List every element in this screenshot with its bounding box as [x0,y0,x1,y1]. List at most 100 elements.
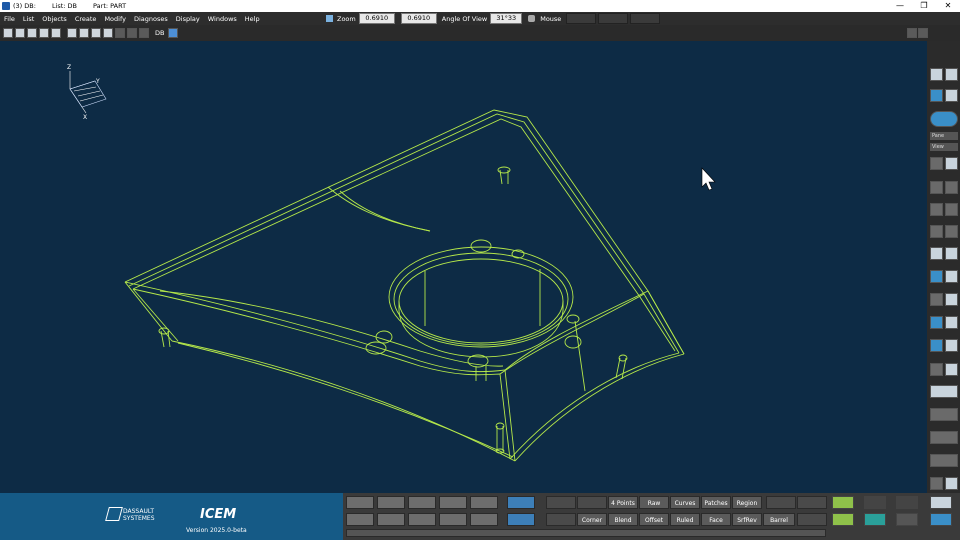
expand-panel-icon[interactable] [918,28,928,38]
corner-button[interactable]: Corner [577,513,607,526]
mark-dots-icon[interactable] [896,513,918,526]
face-button[interactable]: Face [701,513,731,526]
light-icon[interactable] [945,89,958,102]
shading-sphere-icon[interactable] [930,68,943,81]
trim-tool-icon[interactable] [930,247,943,260]
align-tool-icon[interactable] [945,181,958,194]
pan-tool-icon[interactable] [930,477,943,490]
curve-icon[interactable] [408,513,436,526]
select-icon[interactable] [67,28,77,38]
fillet-tool-icon[interactable] [945,293,958,306]
globe-icon[interactable] [930,111,958,127]
empty-button-4[interactable] [797,496,827,509]
list-tool-icon[interactable] [930,181,943,194]
eye-icon[interactable] [408,496,436,509]
command-input[interactable] [346,529,826,537]
restore-button[interactable]: ❐ [912,0,936,12]
print-icon[interactable] [51,28,61,38]
curves-button[interactable]: Curves [670,496,700,509]
menu-diagnoses[interactable]: Diagnoses [134,15,168,23]
delete-icon[interactable] [139,28,149,38]
add-db-icon[interactable] [168,28,179,38]
blend-button[interactable]: Blend [608,513,638,526]
undo-icon[interactable] [115,28,125,38]
match-tool-icon[interactable] [930,293,943,306]
line-tool-icon[interactable] [930,157,943,170]
minimize-panel-icon[interactable] [907,28,917,38]
solid-icon[interactable] [439,513,467,526]
zoom-field-2[interactable]: 0.6910 [400,13,437,24]
copy-icon[interactable] [91,28,101,38]
split-icon[interactable] [377,513,405,526]
snowflake-icon[interactable] [507,496,535,509]
save-icon[interactable] [27,28,37,38]
mark-green-icon[interactable] [832,496,854,509]
crosshair-icon[interactable] [439,496,467,509]
empty-button-6[interactable] [797,513,827,526]
menu-windows[interactable]: Windows [208,15,237,23]
patches-button[interactable]: Patches [701,496,731,509]
angle-tool-icon[interactable] [930,203,943,216]
new-file-icon[interactable] [3,28,13,38]
menu-help[interactable]: Help [245,15,260,23]
solid-tool-icon[interactable] [930,270,943,283]
mark-diagonal-icon[interactable] [896,496,918,509]
fit-tool-icon[interactable] [945,477,958,490]
db-label[interactable]: DB [155,29,164,37]
save-as-icon[interactable] [39,28,49,38]
menu-display[interactable]: Display [176,15,200,23]
barrel-button[interactable]: Barrel [763,513,795,526]
srfrev-button[interactable]: SrfRev [732,513,762,526]
project-tool-icon[interactable] [930,225,943,238]
patch-tool-icon[interactable] [945,316,958,329]
mark-blue-icon[interactable] [930,513,952,526]
open-file-icon[interactable] [15,28,25,38]
offset-tool-icon[interactable] [945,225,958,238]
zoom-field-1[interactable]: 0.6910 [358,13,395,24]
display-points-icon[interactable] [377,496,405,509]
rectangle-tool-icon[interactable] [930,385,958,398]
zoom-tool-icon[interactable] [930,454,958,467]
transform-tool-icon[interactable] [930,408,958,421]
pick-icon[interactable] [79,28,89,38]
grid-icon[interactable] [470,513,498,526]
mark-line-icon[interactable] [864,496,886,509]
empty-button-2[interactable] [577,496,607,509]
mirror-tool-icon[interactable] [945,363,958,376]
snap-tool-icon[interactable] [930,363,943,376]
grid-tool-icon[interactable] [945,157,958,170]
menu-create[interactable]: Create [75,15,97,23]
ruled-button[interactable]: Ruled [670,513,700,526]
empty-button-1[interactable] [546,496,576,509]
extend-tool-icon[interactable] [945,247,958,260]
render-icon[interactable] [945,68,958,81]
empty-button-3[interactable] [766,496,796,509]
offset-button[interactable]: Offset [639,513,669,526]
window-view-icon[interactable] [470,496,498,509]
cube-view-icon[interactable] [930,89,943,102]
section-tool-icon[interactable] [945,270,958,283]
mark-u-icon[interactable] [930,496,952,509]
view-dropdown[interactable]: View [930,143,958,151]
redo-icon[interactable] [127,28,137,38]
menu-objects[interactable]: Objects [42,15,67,23]
minimize-button[interactable]: — [888,0,912,12]
close-button[interactable]: ✕ [936,0,960,12]
menu-list[interactable]: List [23,15,34,23]
surface-tool-icon[interactable] [930,316,943,329]
paste-icon[interactable] [103,28,113,38]
surface-plane-icon[interactable] [346,513,374,526]
mark-teal-icon[interactable] [864,513,886,526]
menu-file[interactable]: File [4,15,15,23]
four-points-button[interactable]: 4 Points [608,496,638,509]
region-button[interactable]: Region [732,496,762,509]
display-plane-icon[interactable] [346,496,374,509]
mark-green-2-icon[interactable] [832,513,854,526]
pane-dropdown[interactable]: Pane [930,132,958,140]
snowflake-2-icon[interactable] [507,513,535,526]
empty-button-5[interactable] [546,513,576,526]
graphics-viewport[interactable]: Z Y X [0,41,927,493]
analysis-tool-icon[interactable] [930,339,943,352]
curvature-tool-icon[interactable] [945,339,958,352]
angle-of-view-field[interactable]: 31°33 [490,13,523,24]
